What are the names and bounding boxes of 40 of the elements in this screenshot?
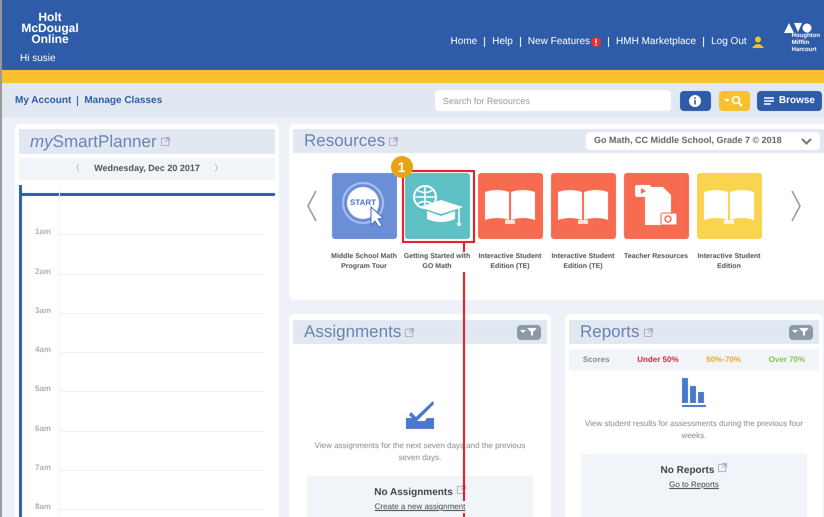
- legend-label: Under 50%: [637, 354, 679, 366]
- card-title: Assignments: [304, 321, 402, 344]
- logo: Holt McDougal Online: [20, 12, 80, 45]
- empty-state-title: No Assignments: [374, 485, 466, 500]
- planner-title: mySmartPlanner: [30, 130, 157, 153]
- nav-link[interactable]: Log Out: [711, 34, 747, 49]
- hour-label: 3am: [34, 304, 52, 317]
- card-description: View assignments for the next seven days and the previous seven days.: [314, 440, 526, 464]
- nav-link[interactable]: Help: [492, 34, 513, 49]
- hour-label: 7am: [34, 462, 52, 474]
- card-title: Reports: [580, 321, 640, 344]
- legend-label: Scores: [582, 354, 610, 366]
- hour-label: 6am: [34, 422, 52, 435]
- hour-label: 2am: [34, 266, 52, 278]
- card-link[interactable]: Create a new assignment: [374, 501, 466, 513]
- hour-label: 1am: [34, 226, 52, 238]
- greeting: Hi susie: [20, 52, 57, 66]
- hour-label: 8am: [34, 501, 52, 514]
- hour-label: 4am: [34, 344, 52, 356]
- search-field[interactable]: Search for Resources: [434, 90, 671, 111]
- account-link[interactable]: My Account: [15, 93, 72, 108]
- resources-title: Resources: [304, 130, 386, 152]
- next-day-button[interactable]: 〉: [214, 162, 223, 176]
- legend-label: 50%-70%: [706, 354, 741, 366]
- empty-state-title: No Reports: [660, 463, 728, 478]
- card-link[interactable]: Go to Reports: [669, 479, 719, 491]
- step-badge: 1: [390, 156, 412, 178]
- previous-day-button[interactable]: 〈: [71, 162, 80, 176]
- start-label: START: [348, 197, 378, 209]
- program-dropdown[interactable]: Go Math, CC Middle School, Grade 7 © 2018: [586, 132, 820, 150]
- nav-link[interactable]: HMH Marketplace: [616, 34, 696, 49]
- card-description: View student results for assessments during the previous four weeks.: [584, 418, 804, 442]
- browse-button[interactable]: Browse: [756, 90, 822, 110]
- planner-date: Wednesday, Dec 20 2017: [94, 162, 200, 176]
- legend-label: Over 70%: [768, 354, 806, 366]
- nav-link[interactable]: New Features: [528, 34, 602, 49]
- hour-label: 5am: [34, 383, 52, 396]
- nav-link[interactable]: Home: [450, 34, 478, 49]
- account-link[interactable]: Manage Classes: [84, 93, 162, 108]
- resource-tile[interactable]: START: [332, 173, 396, 239]
